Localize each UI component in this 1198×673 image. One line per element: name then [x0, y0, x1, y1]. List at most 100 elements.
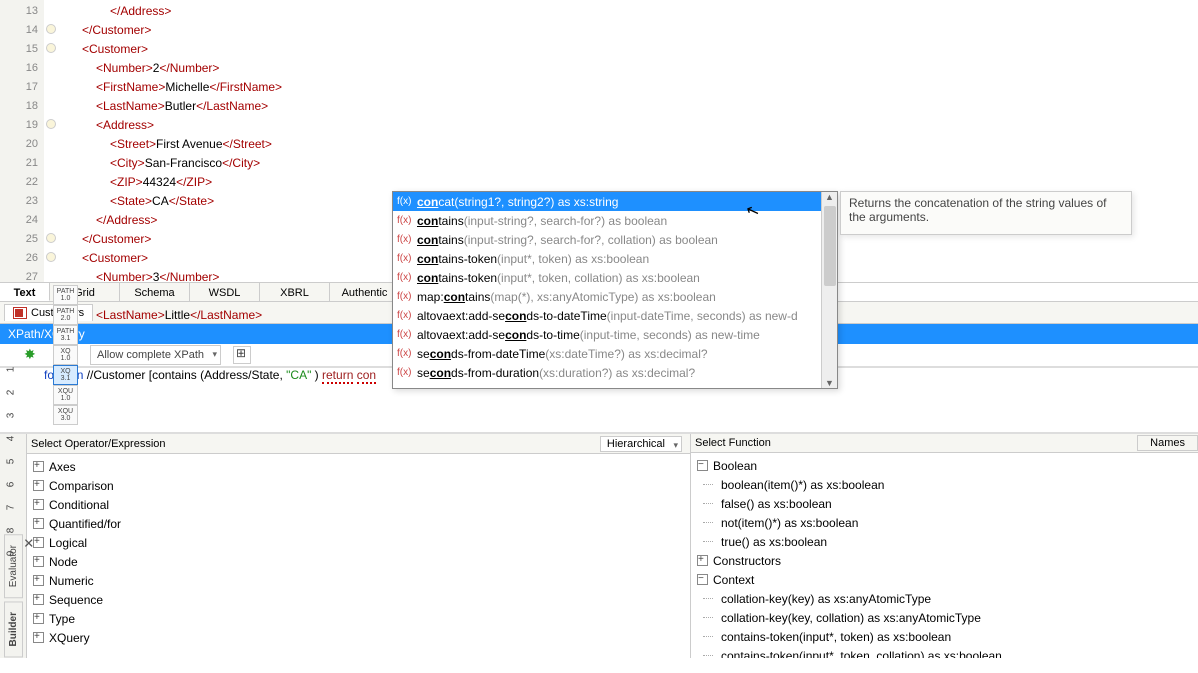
autocomplete-item[interactable]: f(x)concat(string1?, string2?) as xs:str… — [393, 192, 837, 211]
view-tab-schema[interactable]: Schema — [120, 283, 190, 301]
result-tab-9[interactable]: 9 — [6, 543, 17, 565]
code-line[interactable]: <FirstName>Michelle</FirstName> — [58, 78, 1198, 97]
operator-category[interactable]: Axes — [33, 458, 684, 477]
function-icon: f(x) — [397, 291, 417, 302]
operator-category[interactable]: Logical — [33, 534, 684, 553]
view-tab-authentic[interactable]: Authentic — [330, 283, 400, 301]
scroll-down-icon[interactable]: ▼ — [825, 378, 834, 388]
tooltip-text: Returns the concatenation of the string … — [849, 196, 1107, 224]
function-icon: f(x) — [397, 310, 417, 321]
view-tab-xbrl[interactable]: XBRL — [260, 283, 330, 301]
autocomplete-item[interactable]: f(x)altovaext:add-seconds-to-dateTime(in… — [393, 306, 837, 325]
settings-icon[interactable]: ✕ — [21, 538, 37, 549]
function-icon: f(x) — [397, 253, 417, 264]
version-button-path-3-1[interactable]: PATH3.1 — [53, 325, 78, 345]
function-icon: f(x) — [397, 196, 417, 207]
view-tab-text[interactable]: Text — [0, 283, 50, 301]
autocomplete-item[interactable]: f(x)contains(input-string?, search-for?)… — [393, 211, 837, 230]
fold-toggle-icon[interactable] — [46, 252, 56, 262]
debug-icon[interactable] — [24, 348, 39, 363]
fold-toggle-icon[interactable] — [46, 24, 56, 34]
version-button-path-1-0[interactable]: PATH1.0 — [53, 285, 78, 305]
result-tab-4[interactable]: 4 — [6, 428, 17, 450]
autocomplete-item[interactable]: f(x)seconds-from-duration(xs:duration?) … — [393, 363, 837, 382]
operator-category[interactable]: XQuery — [33, 629, 684, 648]
version-button-xqu-3-0[interactable]: XQU3.0 — [53, 405, 78, 425]
result-tab-7[interactable]: 7 — [6, 497, 17, 519]
result-tab-1[interactable]: 1 — [6, 359, 17, 381]
view-tab-wsdl[interactable]: WSDL — [190, 283, 260, 301]
result-tab-3[interactable]: 3 — [6, 405, 17, 427]
function-item[interactable]: true() as xs:boolean — [697, 533, 1192, 552]
line-number: 16 — [0, 59, 38, 78]
fold-column[interactable] — [44, 0, 58, 282]
code-line[interactable]: <LastName>Butler</LastName> — [58, 97, 1198, 116]
result-number-tabs[interactable]: 123456789 — [0, 358, 22, 565]
code-line[interactable]: <Address> — [58, 116, 1198, 135]
line-number: 21 — [0, 154, 38, 173]
operator-category[interactable]: Numeric — [33, 572, 684, 591]
operator-category[interactable]: Quantified/for — [33, 515, 684, 534]
combo-label: Allow complete XPath — [97, 349, 204, 361]
side-tab-builder[interactable]: Builder — [4, 601, 23, 657]
autocomplete-item[interactable]: f(x)contains-token(input*, token, collat… — [393, 268, 837, 287]
line-number: 24 — [0, 211, 38, 230]
function-item[interactable]: collation-key(key) as xs:anyAtomicType — [697, 590, 1192, 609]
code-line[interactable]: <City>San-Francisco</City> — [58, 154, 1198, 173]
function-category[interactable]: Context — [697, 571, 1192, 590]
autocomplete-popup[interactable]: f(x)concat(string1?, string2?) as xs:str… — [392, 191, 838, 389]
function-item[interactable]: contains-token(input*, token) as xs:bool… — [697, 628, 1192, 647]
function-item[interactable]: contains-token(input*, token, collation)… — [697, 647, 1192, 658]
line-number: 19 — [0, 116, 38, 135]
xpath-mode-combo[interactable]: Allow complete XPath — [90, 345, 221, 365]
code-line[interactable]: <Customer> — [58, 40, 1198, 59]
autocomplete-item[interactable]: f(x)contains-token(input*, token) as xs:… — [393, 249, 837, 268]
scroll-up-icon[interactable]: ▲ — [825, 192, 834, 202]
layout-toggle-button[interactable] — [233, 346, 251, 364]
line-number: 20 — [0, 135, 38, 154]
function-item[interactable]: false() as xs:boolean — [697, 495, 1192, 514]
version-button-xqu-1-0[interactable]: XQU1.0 — [53, 385, 78, 405]
function-item[interactable]: boolean(item()*) as xs:boolean — [697, 476, 1192, 495]
version-button-path-2-0[interactable]: PATH2.0 — [53, 305, 78, 325]
function-item[interactable]: not(item()*) as xs:boolean — [697, 514, 1192, 533]
function-item[interactable]: collation-key(key, collation) as xs:anyA… — [697, 609, 1192, 628]
popup-scrollbar[interactable]: ▲ ▼ — [821, 192, 837, 388]
operator-category[interactable]: Sequence — [33, 591, 684, 610]
scroll-thumb[interactable] — [824, 206, 836, 286]
line-number: 15 — [0, 40, 38, 59]
hierarchy-mode-combo[interactable]: Hierarchical — [600, 436, 682, 452]
function-panel-header: Select Function — [695, 437, 771, 449]
function-category[interactable]: Boolean — [697, 457, 1192, 476]
operator-category[interactable]: Conditional — [33, 496, 684, 515]
fold-toggle-icon[interactable] — [46, 233, 56, 243]
line-number: 25 — [0, 230, 38, 249]
result-tab-6[interactable]: 6 — [6, 474, 17, 496]
code-line[interactable]: <Street>First Avenue</Street> — [58, 135, 1198, 154]
result-tab-8[interactable]: 8 — [6, 520, 17, 542]
builder-panels: BuilderEvaluator Select Operator/Express… — [0, 432, 1198, 658]
function-category[interactable]: Constructors — [697, 552, 1192, 571]
version-button-xq-3-1[interactable]: XQ3.1 — [53, 365, 78, 385]
autocomplete-item[interactable]: f(x)altovaext:add-seconds-to-time(input-… — [393, 325, 837, 344]
operator-category[interactable]: Type — [33, 610, 684, 629]
autocomplete-tooltip: Returns the concatenation of the string … — [840, 191, 1132, 235]
operator-category[interactable]: Node — [33, 553, 684, 572]
autocomplete-item[interactable]: f(x)contains(input-string?, search-for?,… — [393, 230, 837, 249]
code-line[interactable]: <ZIP>44324</ZIP> — [58, 173, 1198, 192]
line-number: 23 — [0, 192, 38, 211]
code-line[interactable]: </Customer> — [58, 21, 1198, 40]
code-line[interactable]: </Address> — [58, 2, 1198, 21]
version-button-xq-1-0[interactable]: XQ1.0 — [53, 345, 78, 365]
document-tab-customers[interactable]: Customers — [4, 304, 93, 321]
autocomplete-item[interactable]: f(x)seconds-from-dateTime(xs:dateTime?) … — [393, 344, 837, 363]
fold-toggle-icon[interactable] — [46, 43, 56, 53]
operator-category[interactable]: Comparison — [33, 477, 684, 496]
result-tab-5[interactable]: 5 — [6, 451, 17, 473]
function-icon: f(x) — [397, 329, 417, 340]
fold-toggle-icon[interactable] — [46, 119, 56, 129]
code-line[interactable]: <Number>2</Number> — [58, 59, 1198, 78]
function-icon: f(x) — [397, 272, 417, 283]
autocomplete-item[interactable]: f(x)map:contains(map(*), xs:anyAtomicTyp… — [393, 287, 837, 306]
result-tab-2[interactable]: 2 — [6, 382, 17, 404]
